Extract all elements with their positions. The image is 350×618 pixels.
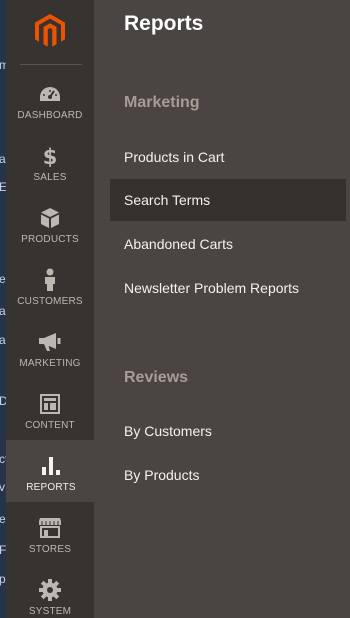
page-fragment: p <box>0 572 6 586</box>
link-search-terms[interactable]: Search Terms <box>110 179 346 221</box>
nav-label: REPORTS <box>26 482 76 493</box>
nav-item-marketing[interactable]: MARKETING <box>6 316 94 378</box>
box-icon <box>38 206 62 230</box>
link-abandoned-carts[interactable]: Abandoned Carts <box>110 223 346 265</box>
page-fragment: a <box>0 304 6 318</box>
reports-submenu-panel: Reports Marketing Products in Cart Searc… <box>94 0 350 618</box>
section-title-marketing: Marketing <box>124 94 200 111</box>
storefront-icon <box>38 516 62 540</box>
nav-item-content[interactable]: CONTENT <box>6 378 94 440</box>
bar-chart-icon <box>39 454 63 478</box>
nav-label: CUSTOMERS <box>17 296 83 307</box>
nav-label: STORES <box>28 544 72 555</box>
nav-item-customers[interactable]: CUSTOMERS <box>6 254 94 316</box>
link-products-in-cart[interactable]: Products in Cart <box>110 136 346 178</box>
gear-icon <box>38 578 62 602</box>
page-fragment: v <box>0 480 5 494</box>
page-fragment: e <box>0 272 6 286</box>
nav-item-sales[interactable]: $ SALES <box>6 130 94 192</box>
nav-label: PRODUCTS <box>21 234 79 245</box>
nav-item-stores[interactable]: STORES <box>6 502 94 564</box>
link-newsletter-problem-reports[interactable]: Newsletter Problem Reports <box>110 267 346 309</box>
link-by-products[interactable]: By Products <box>110 454 346 496</box>
magento-logo-icon <box>35 14 65 47</box>
logo-divider <box>20 64 82 65</box>
person-icon <box>38 268 62 292</box>
nav-label: DASHBOARD <box>17 110 83 121</box>
nav-label: MARKETING <box>19 358 81 369</box>
nav-item-products[interactable]: PRODUCTS <box>6 192 94 254</box>
nav-item-system[interactable]: SYSTEM <box>6 564 94 618</box>
page-fragment: e <box>0 512 6 526</box>
magento-logo-link[interactable] <box>6 0 94 62</box>
nav-item-reports[interactable]: REPORTS <box>6 440 96 502</box>
dollar-icon: $ <box>38 144 62 168</box>
section-title-reviews: Reviews <box>124 369 189 386</box>
admin-main-nav: DASHBOARD $ SALES PRODUCTS CUSTOMERS MAR… <box>6 0 96 618</box>
dashboard-icon <box>38 82 62 106</box>
nav-item-dashboard[interactable]: DASHBOARD <box>6 68 94 130</box>
nav-label: SYSTEM <box>28 606 72 617</box>
nav-label: SALES <box>33 172 67 183</box>
nav-label: CONTENT <box>25 420 75 431</box>
page-fragment: a <box>0 152 6 166</box>
link-by-customers[interactable]: By Customers <box>110 410 346 452</box>
megaphone-icon <box>38 330 62 354</box>
svg-text:$: $ <box>43 145 57 167</box>
page-fragment: a <box>0 333 6 347</box>
layout-icon <box>38 392 62 416</box>
submenu-title: Reports <box>124 12 204 35</box>
